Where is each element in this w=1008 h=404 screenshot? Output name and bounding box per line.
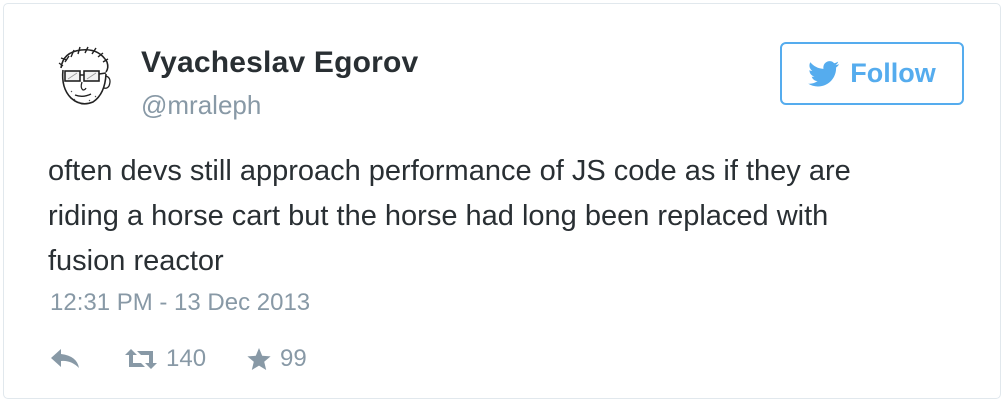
tweet-text-line: riding a horse cart but the horse had lo…: [48, 200, 829, 232]
tweet-text-line: often devs still approach performance of…: [48, 155, 851, 187]
user-handle[interactable]: @mraleph: [141, 90, 261, 121]
favorite-count: 99: [280, 345, 307, 372]
tweet-actions: 140 99: [50, 344, 307, 374]
favorite-button[interactable]: 99: [246, 345, 307, 373]
star-icon: [247, 347, 271, 370]
user-display-name[interactable]: Vyacheslav Egorov: [141, 46, 418, 80]
retweet-count: 140: [166, 345, 207, 372]
reply-arrow-icon: [51, 349, 79, 368]
retweet-icon: [125, 349, 157, 369]
tweet-card: Vyacheslav Egorov @mraleph Follow often …: [3, 3, 1001, 399]
follow-button[interactable]: Follow: [780, 42, 964, 105]
retweet-button[interactable]: 140: [124, 345, 206, 373]
follow-button-label: Follow: [850, 58, 936, 88]
reply-button[interactable]: [50, 348, 80, 370]
tweet-text: often devs still approach performance of…: [48, 149, 948, 284]
tweet-text-line: fusion reactor: [48, 245, 224, 277]
sketched-face-avatar-icon: [58, 46, 111, 105]
tweet-timestamp[interactable]: 12:31 PM - 13 Dec 2013: [50, 289, 310, 317]
user-avatar[interactable]: [51, 44, 117, 110]
twitter-bird-icon: [808, 60, 840, 86]
